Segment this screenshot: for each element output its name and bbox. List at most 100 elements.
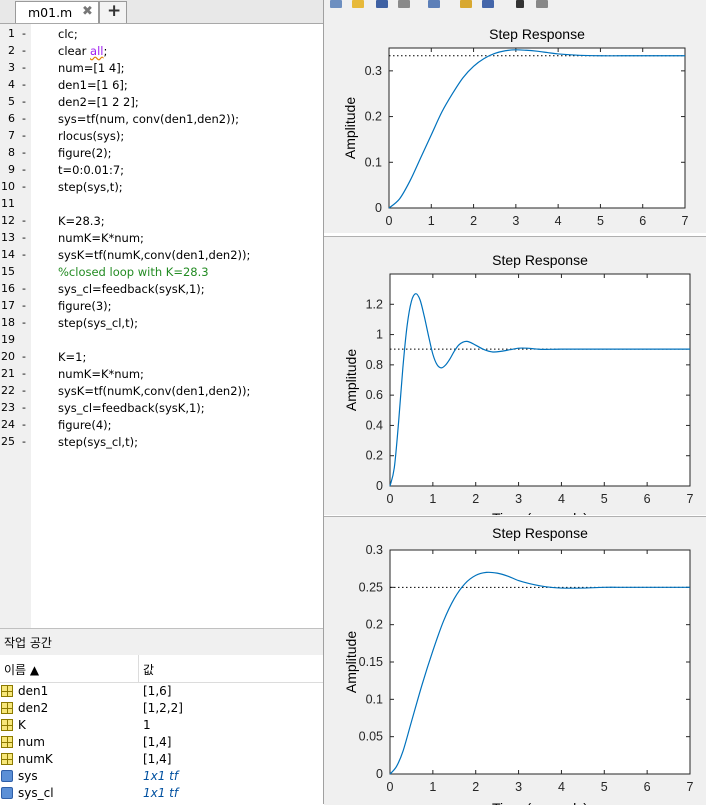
code-line[interactable]: figure(2); bbox=[58, 146, 112, 160]
code-line[interactable]: K=28.3; bbox=[58, 214, 105, 228]
code-line[interactable]: t=0:0.01:7; bbox=[58, 163, 124, 177]
code-line[interactable]: figure(3); bbox=[58, 299, 112, 313]
workspace-row-den2[interactable]: den2 [1,2,2] bbox=[0, 700, 323, 717]
code-line[interactable]: step(sys_cl,t); bbox=[58, 435, 138, 449]
breakpoint-marker[interactable]: - bbox=[22, 95, 26, 108]
y-tick-label: 0.3 bbox=[365, 64, 382, 78]
variable-name: sys_cl bbox=[18, 786, 54, 800]
breakpoint-marker[interactable]: - bbox=[22, 299, 26, 312]
line-number: 4 bbox=[8, 78, 15, 91]
breakpoint-marker[interactable]: - bbox=[22, 163, 26, 176]
step-response-chart: Step Response Amplitude 0 1 2 3 4 5 6 7 0 0.1 0.2 0.3 bbox=[342, 26, 689, 228]
figure-toolbar bbox=[324, 0, 706, 10]
breakpoint-marker[interactable]: - bbox=[22, 180, 26, 193]
open-file-icon[interactable] bbox=[352, 0, 364, 8]
variable-value: 1 bbox=[143, 718, 151, 732]
y-tick-label: 0 bbox=[376, 479, 383, 493]
workspace-row-den1[interactable]: den1 [1,6] bbox=[0, 683, 323, 700]
x-tick-label: 1 bbox=[429, 492, 436, 506]
y-tick-label: 1.2 bbox=[366, 297, 383, 311]
breakpoint-marker[interactable]: - bbox=[22, 418, 26, 431]
breakpoint-marker[interactable]: - bbox=[22, 350, 26, 363]
breakpoint-marker[interactable]: - bbox=[22, 112, 26, 125]
workspace-row-K[interactable]: K1 bbox=[0, 717, 323, 734]
workspace-row-numK[interactable]: numK [1,4] bbox=[0, 751, 323, 768]
breakpoint-marker[interactable]: - bbox=[22, 231, 26, 244]
variable-value: [1,6] bbox=[143, 684, 172, 698]
workspace-row-sys_cl[interactable]: sys_cl 1x1 tf bbox=[0, 785, 323, 802]
x-axis-label: Time (seconds) bbox=[492, 800, 588, 805]
breakpoint-marker[interactable]: - bbox=[22, 401, 26, 414]
breakpoint-marker[interactable]: - bbox=[22, 129, 26, 142]
step-response-chart: Step Response Amplitude Time (seconds) 0 1 2 3… bbox=[343, 525, 694, 805]
new-tab-button[interactable]: + bbox=[99, 1, 127, 23]
print-icon[interactable] bbox=[398, 0, 410, 8]
legend-icon[interactable] bbox=[482, 0, 494, 8]
breakpoint-marker[interactable]: - bbox=[22, 146, 26, 159]
x-tick-label: 0 bbox=[387, 492, 394, 506]
chart-title: Step Response bbox=[492, 525, 588, 541]
code-line[interactable]: num=[1 4]; bbox=[58, 61, 125, 75]
code-line[interactable]: numK=K*num; bbox=[58, 367, 144, 381]
pointer-icon[interactable] bbox=[516, 0, 524, 8]
x-tick-label: 2 bbox=[472, 492, 479, 506]
close-icon[interactable]: ✖ bbox=[82, 4, 93, 19]
code-line[interactable]: step(sys_cl,t); bbox=[58, 316, 138, 330]
code-line[interactable]: sys_cl=feedback(sysK,1); bbox=[58, 401, 205, 415]
column-header-name[interactable]: 이름 ▲ bbox=[4, 661, 39, 678]
breakpoint-marker[interactable]: - bbox=[22, 248, 26, 261]
x-tick-label: 5 bbox=[601, 492, 608, 506]
x-tick-label: 5 bbox=[601, 780, 608, 794]
breakpoint-marker[interactable]: - bbox=[22, 435, 26, 448]
figure-4-step-response[interactable]: Step Response Amplitude Time (seconds) 0 1 2 3… bbox=[324, 516, 706, 805]
figure-2-step-response[interactable]: Step Response Amplitude 0 1 2 3 4 5 6 7 0 0.1 0.2 0.3 bbox=[324, 10, 706, 233]
breakpoint-marker[interactable]: - bbox=[22, 61, 26, 74]
code-line[interactable]: figure(4); bbox=[58, 418, 112, 432]
code-comment[interactable]: %closed loop with K=28.3 bbox=[58, 265, 209, 279]
tab-m01[interactable]: m01.m ✖ bbox=[15, 1, 99, 23]
workspace-panel: 작업 공간 이름 ▲ 값 den1 [1,6] den2 [1,2,2] K 1 num [1… bbox=[0, 628, 324, 804]
breakpoint-marker[interactable]: - bbox=[22, 44, 26, 57]
breakpoint-marker[interactable]: - bbox=[22, 27, 26, 40]
column-header-value[interactable]: 값 bbox=[143, 661, 154, 678]
code-line[interactable]: clear all; bbox=[58, 44, 107, 58]
x-tick-label: 6 bbox=[644, 780, 651, 794]
breakpoint-marker[interactable]: - bbox=[22, 367, 26, 380]
link-icon[interactable] bbox=[428, 0, 440, 8]
line-number: 24 bbox=[1, 418, 15, 431]
y-tick-label: 0.8 bbox=[366, 358, 383, 372]
code-line[interactable]: step(sys,t); bbox=[58, 180, 123, 194]
line-number: 13 bbox=[1, 231, 15, 244]
x-tick-label: 1 bbox=[428, 214, 435, 228]
code-line[interactable]: sysK=tf(numK,conv(den1,den2)); bbox=[58, 384, 250, 398]
line-number: 22 bbox=[1, 384, 15, 397]
new-figure-icon[interactable] bbox=[330, 0, 342, 8]
breakpoint-marker[interactable]: - bbox=[22, 282, 26, 295]
workspace-row-num[interactable]: num [1,4] bbox=[0, 734, 323, 751]
breakpoint-marker[interactable]: - bbox=[22, 78, 26, 91]
breakpoint-marker[interactable]: - bbox=[22, 316, 26, 329]
editor-panel[interactable]: m01.m ✖ + 1- clc; 2- clear all; 3- num=[1 4];… bbox=[0, 0, 324, 628]
code-line[interactable]: den1=[1 6]; bbox=[58, 78, 128, 92]
figure-3-step-response[interactable]: Step Response Amplitude Time (seconds) 0 1 2 3… bbox=[324, 236, 706, 515]
code-line[interactable]: sysK=tf(numK,conv(den1,den2)); bbox=[58, 248, 250, 262]
code-line[interactable]: clc; bbox=[58, 27, 78, 41]
breakpoint-marker[interactable]: - bbox=[22, 214, 26, 227]
code-line[interactable]: numK=K*num; bbox=[58, 231, 144, 245]
code-line[interactable]: rlocus(sys); bbox=[58, 129, 124, 143]
code-line[interactable]: sys=tf(num, conv(den1,den2)); bbox=[58, 112, 239, 126]
code-line[interactable]: sys_cl=feedback(sysK,1); bbox=[58, 282, 205, 296]
colorbar-icon[interactable] bbox=[460, 0, 472, 8]
breakpoint-marker[interactable]: - bbox=[22, 384, 26, 397]
variable-value: [1,4] bbox=[143, 735, 172, 749]
workspace-row-sys[interactable]: sys 1x1 tf bbox=[0, 768, 323, 785]
matrix-icon bbox=[1, 736, 13, 748]
save-icon[interactable] bbox=[376, 0, 388, 8]
column-divider[interactable] bbox=[138, 655, 139, 682]
line-number: 12 bbox=[1, 214, 15, 227]
code-line[interactable]: den2=[1 2 2]; bbox=[58, 95, 139, 109]
y-tick-label: 0.2 bbox=[366, 618, 383, 632]
code-line[interactable]: K=1; bbox=[58, 350, 86, 364]
property-editor-icon[interactable] bbox=[536, 0, 548, 8]
x-tick-label: 6 bbox=[644, 492, 651, 506]
